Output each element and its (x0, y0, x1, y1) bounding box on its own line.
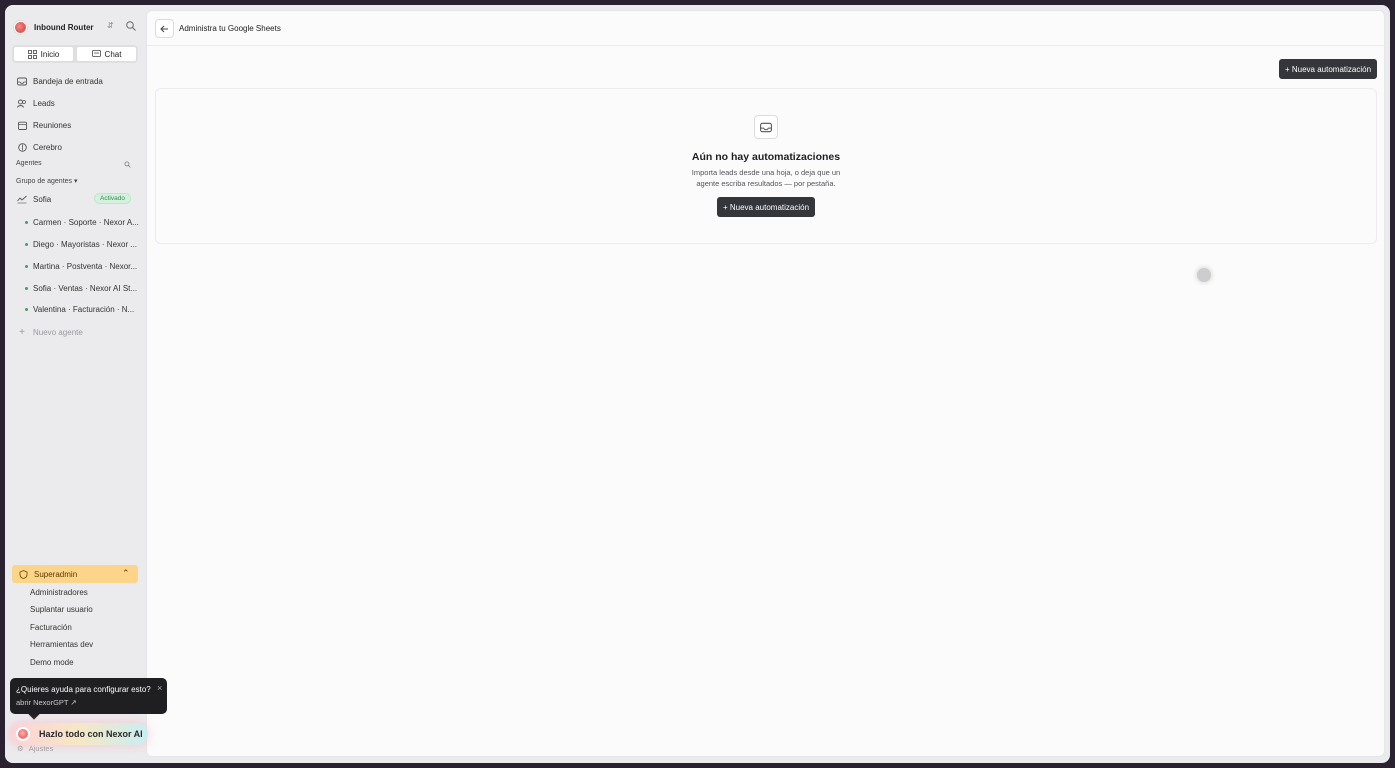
new-automation-button[interactable]: + Nueva automatización (1279, 59, 1377, 79)
superadmin-item-admins[interactable]: Administradores (30, 588, 88, 597)
brain-icon (17, 142, 27, 152)
sidebar-item-label: Bandeja de entrada (33, 76, 103, 86)
agent-label: Martina · Postventa · Nexor... (33, 261, 138, 271)
search-icon[interactable] (124, 161, 131, 168)
search-icon[interactable] (125, 20, 137, 32)
settings-link[interactable]: ⚙ Ajustes (17, 744, 53, 753)
status-badge: Activado (94, 193, 131, 204)
calendar-icon (17, 120, 27, 130)
empty-state-icon (754, 115, 778, 139)
agent-label: Carmen · Soporte · Nexor A... (33, 217, 139, 227)
open-nexorgpt-link[interactable]: abrir NexorGPT ↗ (16, 698, 77, 707)
sidebar-item-brain[interactable]: Cerebro (17, 140, 62, 154)
sidebar-item-label: Leads (33, 98, 55, 108)
chevron-up-icon: ⌃ (122, 568, 130, 578)
agent-group-sofia[interactable]: Sofia (17, 192, 51, 206)
sidebar-item-leads[interactable]: Leads (17, 96, 55, 110)
tab-chat[interactable]: Chat (76, 46, 137, 62)
tab-inicio[interactable]: Inicio (13, 46, 74, 62)
status-dot (25, 286, 28, 290)
new-agent-label: Nuevo agente (33, 327, 83, 337)
bolt-icon (17, 194, 27, 204)
chat-icon (91, 49, 101, 57)
empty-state-card: Aún no hay automatizaciones Importa lead… (155, 88, 1377, 244)
settings-label: Ajustes (28, 744, 54, 753)
agent-label: Sofia · Ventas · Nexor AI St... (33, 283, 138, 293)
agent-group-label[interactable]: Grupo de agentes ▾ (16, 177, 78, 185)
superadmin-toggle[interactable]: Superadmin ⌃ (12, 565, 138, 583)
empty-state-title: Aún no hay automatizaciones (691, 151, 841, 163)
mouse-cursor (1197, 268, 1211, 282)
agent-group-name: Sofia (33, 194, 52, 204)
status-dot (25, 307, 28, 311)
list-item[interactable]: Carmen · Soporte · Nexor A... (25, 216, 139, 228)
sidebar-item-meetings[interactable]: Reuniones (17, 118, 71, 132)
tab-chat-label: Chat (104, 49, 122, 59)
workspace-name: Inbound Router (34, 22, 94, 32)
new-agent-button[interactable]: + Nuevo agente (17, 325, 83, 339)
sidebar-item-label: Cerebro (33, 142, 62, 152)
agent-label: Diego · Mayoristas · Nexor ... (33, 239, 138, 249)
close-icon[interactable]: × (157, 683, 162, 693)
app-window: Inbound Router ⇵ Inicio Chat Bandeja de … (5, 5, 1390, 763)
back-button[interactable] (155, 19, 174, 38)
grid-icon (27, 49, 37, 59)
nexor-ai-button[interactable]: Hazlo todo con Nexor AI (10, 723, 148, 745)
page-title: Administra tu Google Sheets (179, 24, 281, 33)
help-popup: ¿Quieres ayuda para configurar esto? abr… (10, 678, 167, 720)
status-dot (25, 242, 28, 246)
top-bar: Administra tu Google Sheets (147, 11, 1386, 46)
nexor-orb-icon (16, 727, 30, 741)
list-item[interactable]: Valentina · Facturación · N... (25, 303, 134, 315)
shield-icon (19, 569, 28, 579)
superadmin-item-devtools[interactable]: Herramientas dev (30, 640, 93, 649)
superadmin-item-billing[interactable]: Facturación (30, 623, 72, 632)
list-item[interactable]: Martina · Postventa · Nexor... (25, 260, 137, 272)
agents-section-label: Agentes (16, 160, 42, 167)
superadmin-item-demo[interactable]: Demo mode (30, 658, 74, 667)
list-item[interactable]: Sofia · Ventas · Nexor AI St... (25, 282, 137, 294)
status-dot (25, 220, 28, 224)
list-item[interactable]: Diego · Mayoristas · Nexor ... (25, 238, 137, 250)
main-panel: Administra tu Google Sheets + Nueva auto… (146, 10, 1386, 757)
view-tabs: Inicio Chat (12, 45, 138, 63)
chevron-updown-icon: ⇵ (107, 21, 114, 30)
inbox-icon (760, 122, 772, 132)
superadmin-item-impersonate[interactable]: Suplantar usuario (30, 605, 93, 614)
empty-state-description: Importa leads desde una hoja, o deja que… (691, 168, 841, 188)
workspace-logo (14, 20, 27, 34)
sidebar-item-inbox[interactable]: Bandeja de entrada (17, 74, 103, 88)
status-dot (25, 264, 28, 268)
tab-inicio-label: Inicio (40, 49, 60, 59)
plus-icon: + (19, 326, 25, 338)
nexor-ai-label: Hazlo todo con Nexor AI (39, 729, 143, 739)
gear-icon: ⚙ (17, 744, 24, 753)
agent-label: Valentina · Facturación · N... (33, 304, 135, 314)
help-question: ¿Quieres ayuda para configurar esto? (16, 685, 151, 694)
arrow-left-icon (160, 25, 168, 32)
sidebar-item-label: Reuniones (33, 120, 72, 130)
sidebar: Inbound Router ⇵ Inicio Chat Bandeja de … (5, 5, 146, 763)
users-icon (17, 98, 27, 108)
superadmin-label: Superadmin (34, 569, 78, 579)
workspace-switcher[interactable]: Inbound Router ⇵ (14, 19, 138, 35)
empty-state-new-automation-button[interactable]: + Nueva automatización (717, 197, 815, 217)
inbox-icon (17, 76, 27, 86)
